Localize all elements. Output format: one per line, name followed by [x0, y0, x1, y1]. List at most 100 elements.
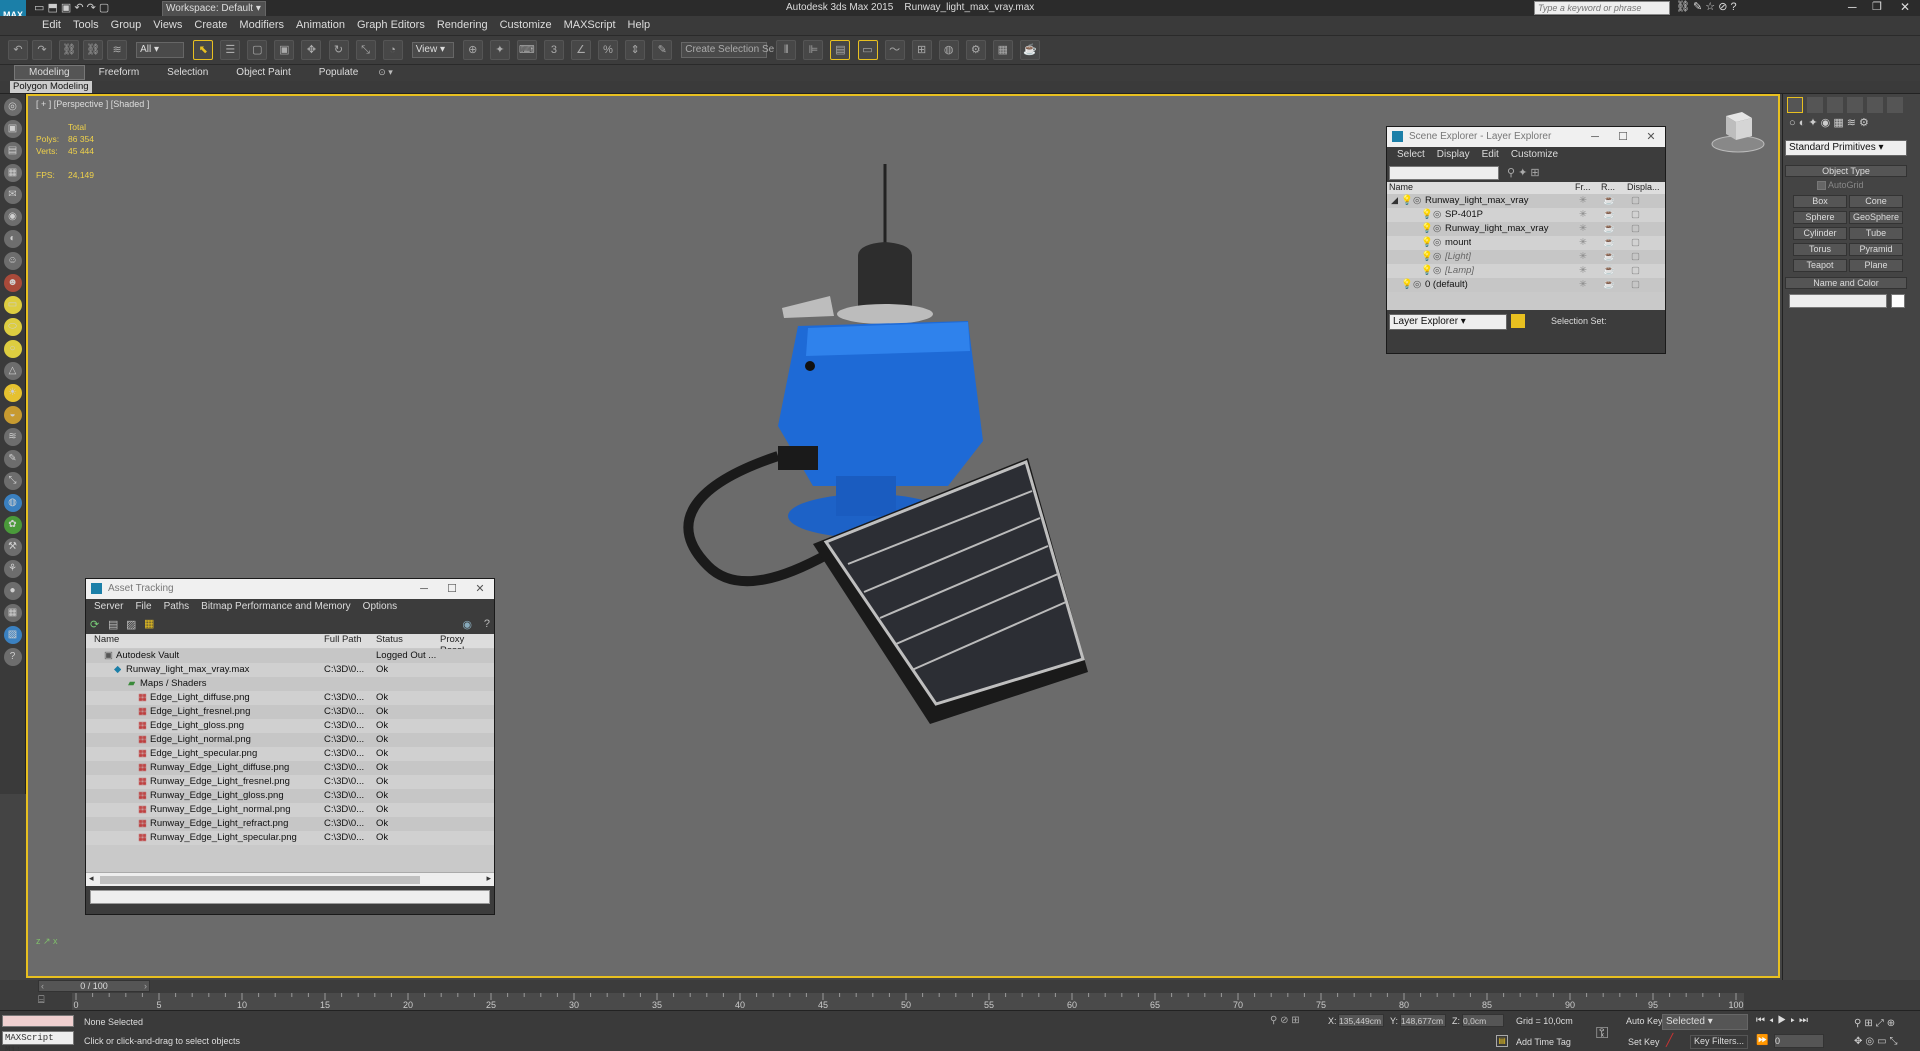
se-col-render[interactable]: R...: [1601, 182, 1615, 192]
hierarchy-tab-icon[interactable]: [1827, 97, 1843, 113]
display-icon[interactable]: ▢: [1631, 194, 1640, 208]
at-menu-file[interactable]: File: [129, 599, 157, 614]
key-filters-button[interactable]: Key Filters...: [1690, 1035, 1748, 1049]
se-tree-row[interactable]: 💡 ◎ [Lamp] ✳ ☕ ▢: [1387, 264, 1665, 278]
close-button[interactable]: ✕: [1900, 0, 1910, 14]
render-teapot-icon[interactable]: ☕: [1603, 264, 1615, 278]
asset-row[interactable]: ▦ Runway_Edge_Light_refract.png C:\3D\0...…: [86, 817, 494, 831]
menu-animation[interactable]: Animation: [290, 16, 351, 34]
ribbon-tab-freeform[interactable]: Freeform: [85, 66, 154, 79]
rect-icon[interactable]: ▭: [3, 296, 22, 314]
geosphere-button[interactable]: GeoSphere: [1849, 211, 1903, 224]
utilities-tab-icon[interactable]: [1887, 97, 1903, 113]
menu-edit[interactable]: Edit: [36, 16, 67, 34]
asset-tracking-hscroll[interactable]: ◂ ▸: [86, 872, 494, 886]
se-tree-row[interactable]: 💡 ◎ SP-401P ✳ ☕ ▢: [1387, 208, 1665, 222]
menu-graph-editors[interactable]: Graph Editors: [351, 16, 431, 34]
auto-key-button[interactable]: Auto Key: [1626, 1016, 1663, 1026]
asset-tracking-close[interactable]: ✕: [466, 579, 494, 599]
se-menu-select[interactable]: Select: [1391, 147, 1431, 162]
link-icon[interactable]: ⛓: [59, 40, 80, 60]
reference-coord-dropdown[interactable]: View ▾: [411, 42, 454, 58]
add-time-tag-button[interactable]: Add Time Tag: [1516, 1037, 1571, 1047]
modify-tab-icon[interactable]: [1807, 97, 1823, 113]
asset-row[interactable]: ▦ Edge_Light_fresnel.png C:\3D\0... Ok: [86, 705, 494, 719]
box-button[interactable]: Box: [1793, 195, 1847, 208]
se-tree-row[interactable]: 💡 ◎ [Light] ✳ ☕ ▢: [1387, 250, 1665, 264]
render-teapot-icon[interactable]: ☕: [1603, 222, 1615, 236]
x-coord-input[interactable]: [1338, 1014, 1384, 1027]
time-slider[interactable]: ‹ 0 / 100 ›: [38, 980, 150, 992]
lightbulb-icon[interactable]: 💡: [1421, 264, 1433, 278]
set-key-icon[interactable]: ╱: [1666, 1033, 1680, 1047]
quick-access-icons[interactable]: ▭ ⬒ ▣ ↶ ↷ ▢: [34, 1, 109, 14]
maxscript-mini-label[interactable]: MAXScript Mi:: [2, 1031, 74, 1051]
view-icon[interactable]: ▣: [3, 120, 22, 138]
image-tool-icon[interactable]: ▨: [3, 626, 22, 644]
playback-controls[interactable]: ⏮◂▶▸⏭: [1756, 1015, 1812, 1026]
puppet-icon[interactable]: ☺: [3, 252, 22, 270]
z-coord-input[interactable]: [1462, 1014, 1504, 1027]
asset-row[interactable]: ◆ Runway_light_max_vray.max C:\3D\0... Ok: [86, 663, 494, 677]
globe-icon[interactable]: ◍: [3, 494, 22, 512]
cone-button[interactable]: Cone: [1849, 195, 1903, 208]
place-icon[interactable]: ◔: [382, 40, 403, 60]
y-coord-input[interactable]: [1400, 1014, 1446, 1027]
name-color-rollout[interactable]: Name and Color: [1785, 277, 1907, 289]
asset-tracking-titlebar[interactable]: Asset Tracking ─ ☐ ✕: [86, 579, 494, 599]
se-menu-customize[interactable]: Customize: [1505, 147, 1564, 162]
move-icon[interactable]: ✥: [301, 40, 322, 60]
freeze-icon[interactable]: ✳: [1579, 194, 1587, 208]
bind-spacewarp-icon[interactable]: ≋: [107, 40, 128, 60]
time-tag-icon[interactable]: ▤: [1496, 1035, 1508, 1047]
track-bar-icon[interactable]: ⌸: [38, 994, 52, 1008]
cylinder-button[interactable]: Cylinder: [1793, 227, 1847, 240]
viewcube[interactable]: [1708, 106, 1768, 156]
asset-tracking-maximize[interactable]: ☐: [438, 579, 466, 599]
circle-icon[interactable]: ○: [3, 340, 22, 358]
redo-button[interactable]: ↷: [32, 40, 52, 60]
se-tree-row[interactable]: 💡 ◎ mount ✳ ☕ ▢: [1387, 236, 1665, 250]
object-name-input[interactable]: [1789, 294, 1887, 308]
scene-explorer-maximize[interactable]: ☐: [1609, 127, 1637, 147]
ribbon-tab-object-paint[interactable]: Object Paint: [222, 66, 304, 79]
cone-icon[interactable]: △: [3, 362, 22, 380]
freeze-icon[interactable]: ✳: [1579, 264, 1587, 278]
selection-filter-dropdown[interactable]: All ▾: [136, 42, 185, 58]
create-category-icons[interactable]: ○ ◐ ✦ ◉ ▦ ≋ ⚙: [1783, 116, 1920, 132]
object-color-swatch[interactable]: [1891, 294, 1905, 308]
angle-snap-icon[interactable]: ∠: [571, 40, 591, 60]
select-by-name-button[interactable]: ☰: [220, 40, 241, 60]
at-menu-bitmap-performance-and-memory[interactable]: Bitmap Performance and Memory: [195, 599, 357, 614]
help-search-input[interactable]: [1534, 1, 1670, 15]
material-editor-icon[interactable]: ◍: [938, 40, 959, 60]
help-tool-icon[interactable]: ?: [484, 618, 490, 630]
lightbulb-icon[interactable]: 💡: [1421, 250, 1433, 264]
lightbulb-icon[interactable]: 💡: [1401, 194, 1413, 208]
asset-row[interactable]: ▦ Edge_Light_normal.png C:\3D\0... Ok: [86, 733, 494, 747]
restore-button[interactable]: ❐: [1872, 0, 1882, 13]
asset-row[interactable]: ▦ Runway_Edge_Light_normal.png C:\3D\0... O…: [86, 803, 494, 817]
layers-mode-icon[interactable]: [1511, 314, 1525, 328]
se-menu-edit[interactable]: Edit: [1476, 147, 1505, 162]
workspace-dropdown[interactable]: Workspace: Default ▾: [162, 1, 266, 17]
at-col-path[interactable]: Full Path: [324, 634, 362, 645]
asset-row[interactable]: ▦ Edge_Light_specular.png C:\3D\0... Ok: [86, 747, 494, 761]
minimize-button[interactable]: ─: [1848, 0, 1857, 14]
menu-rendering[interactable]: Rendering: [431, 16, 494, 34]
thumbnail-view-icon[interactable]: ▨: [126, 618, 136, 631]
display-icon[interactable]: ▢: [1631, 250, 1640, 264]
rotate-icon[interactable]: ↻: [328, 40, 349, 60]
render-teapot-icon[interactable]: ☕: [1603, 194, 1615, 208]
menu-tools[interactable]: Tools: [67, 16, 105, 34]
asset-row[interactable]: ▦ Runway_Edge_Light_diffuse.png C:\3D\0...…: [86, 761, 494, 775]
lock-icon[interactable]: ⚲ ⊘ ⊞: [1270, 1015, 1300, 1026]
asset-tracking-minimize[interactable]: ─: [410, 579, 438, 599]
asset-row[interactable]: ▦ Runway_Edge_Light_specular.png C:\3D\0..…: [86, 831, 494, 845]
layers-icon[interactable]: ≋: [3, 428, 22, 446]
current-frame-input[interactable]: [1774, 1034, 1824, 1048]
undo-button[interactable]: ↶: [8, 40, 28, 60]
set-key-button[interactable]: Set Key: [1628, 1037, 1660, 1047]
autogrid-checkbox[interactable]: AutoGrid: [1817, 180, 1864, 191]
grid-tool-icon[interactable]: ▦: [3, 604, 22, 622]
